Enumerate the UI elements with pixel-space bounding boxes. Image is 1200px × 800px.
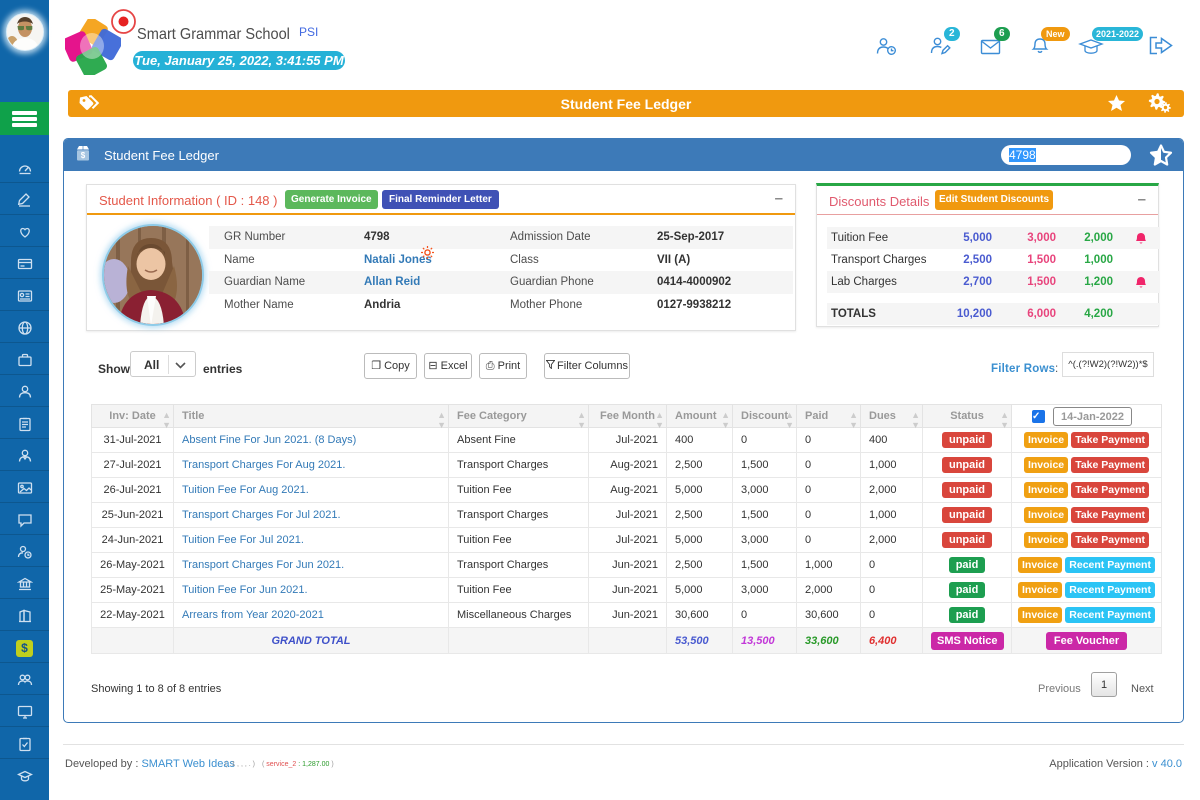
svg-text:$: $	[81, 151, 86, 160]
